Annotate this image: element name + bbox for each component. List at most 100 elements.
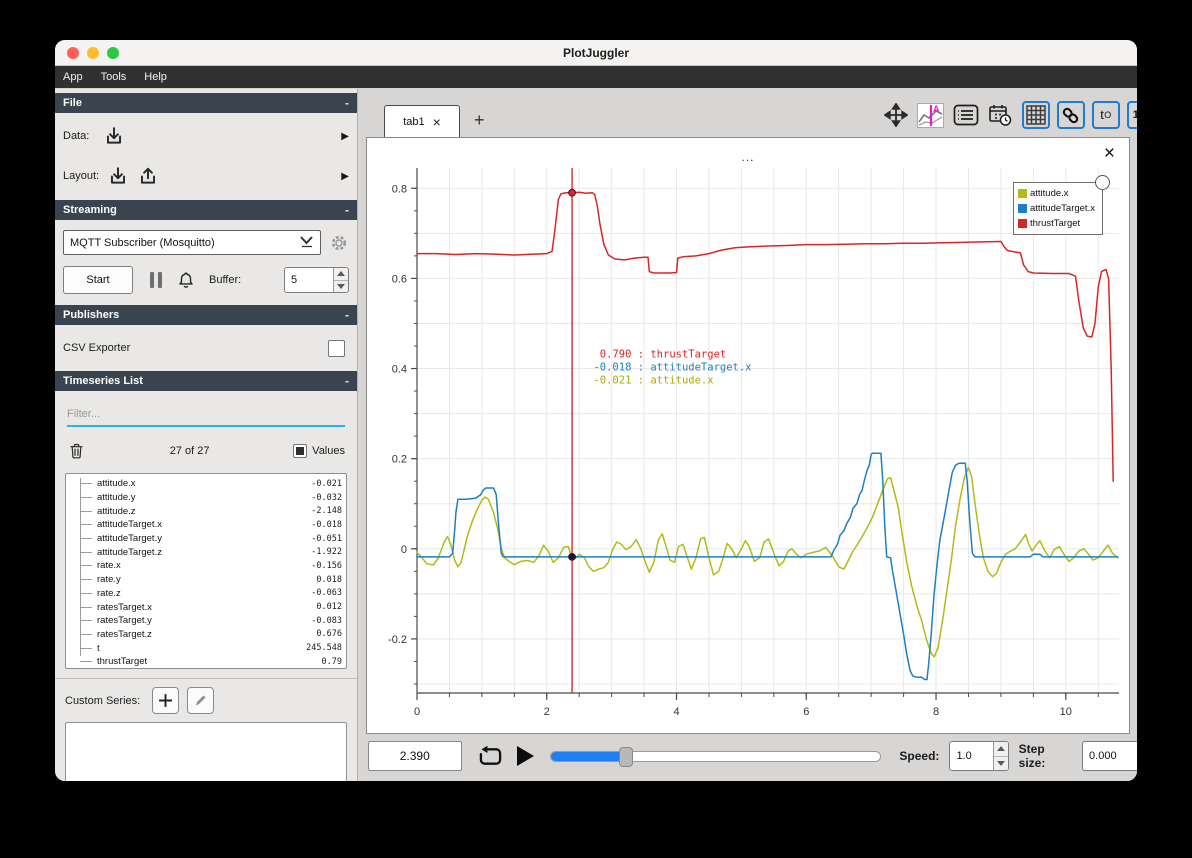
menu-app[interactable]: App [63, 71, 83, 83]
buffer-spinbox[interactable]: 5 [284, 267, 349, 293]
timeseries-item[interactable]: rate.x -0.156 [66, 559, 342, 573]
collapse-icon[interactable]: - [345, 374, 349, 388]
csv-exporter-row: CSV Exporter [55, 333, 357, 363]
timeseries-value: -1.922 [311, 547, 342, 558]
layout-expand-arrow-icon[interactable]: ▶ [341, 171, 349, 182]
add-custom-series-button[interactable] [152, 687, 180, 714]
series-line [416, 191, 1114, 482]
list-stats-row: 27 of 27 Values [55, 438, 357, 464]
plot-legend[interactable]: attitude.x attitudeTarget.x thrustTarget [1013, 175, 1110, 235]
traffic-lights [67, 40, 119, 65]
tab-bar: tab1 × + A t O 1 [358, 89, 1137, 138]
legend-item[interactable]: attitude.x [1018, 186, 1098, 201]
timeseries-item[interactable]: thrustTarget 0.79 [66, 655, 342, 668]
timeseries-name: attitudeTarget.x [97, 519, 162, 531]
time-offset-sub: O [1104, 110, 1112, 120]
ratio-1-1-icon[interactable]: 1:1 [1126, 101, 1137, 129]
link-axes-icon[interactable] [1056, 101, 1085, 129]
section-header-publishers[interactable]: Publishers - [55, 305, 357, 325]
speed-label: Speed: [899, 749, 940, 763]
notification-bell-icon[interactable] [176, 270, 196, 291]
timeseries-item[interactable]: attitudeTarget.x -0.018 [66, 518, 342, 532]
filter-input[interactable] [67, 403, 345, 427]
timeseries-item[interactable]: ratesTarget.x 0.012 [66, 600, 342, 614]
timeseries-item[interactable]: attitudeTarget.z -1.922 [66, 545, 342, 559]
legend-toggle-knob[interactable] [1095, 175, 1110, 190]
values-label: Values [312, 445, 345, 457]
close-window-button[interactable] [67, 46, 79, 59]
add-tab-button[interactable]: + [474, 110, 485, 131]
zoom-window-button[interactable] [107, 46, 119, 59]
minimize-window-button[interactable] [87, 46, 99, 59]
timeseries-item[interactable]: attitude.z -2.148 [66, 504, 342, 518]
start-button[interactable]: Start [63, 266, 133, 294]
timeseries-list[interactable]: attitude.x -0.021 attitude.y -0.032 attitude… [65, 473, 347, 669]
play-icon[interactable] [516, 746, 534, 766]
curve-transform-editor-icon[interactable]: A [917, 101, 945, 129]
save-layout-icon[interactable] [137, 165, 159, 187]
collapse-icon[interactable]: - [345, 96, 349, 110]
tree-branch-line [80, 551, 92, 553]
grid-layout-icon[interactable] [1021, 101, 1050, 129]
timeseries-item[interactable]: attitude.x -0.021 [66, 477, 342, 491]
sidebar: File - Data: ▶ Layout: ▶ Streaming - MQT… [55, 89, 358, 781]
load-layout-icon[interactable] [107, 165, 129, 187]
collapse-icon[interactable]: - [345, 203, 349, 217]
tree-branch-line [80, 620, 92, 622]
slider-fill [550, 751, 627, 761]
tab-close-icon[interactable]: × [433, 115, 441, 129]
timeline-slider[interactable] [549, 746, 882, 767]
chevron-down-icon [299, 235, 314, 251]
tab-tab1[interactable]: tab1 × [384, 105, 460, 138]
streaming-source-row: MQTT Subscriber (Mosquitto) [55, 229, 357, 256]
timeseries-name: attitude.z [97, 505, 136, 517]
current-time-field[interactable]: 2.390 [368, 741, 462, 771]
menu-help[interactable]: Help [144, 71, 167, 83]
trash-icon[interactable] [67, 441, 86, 461]
tab-label: tab1 [403, 116, 425, 128]
timeseries-item[interactable]: attitude.y -0.032 [66, 491, 342, 505]
main-pane: tab1 × + A t O 1 0 2 4 6 8 10 -0.2 0 0.2… [358, 89, 1137, 781]
step-size-spinbox[interactable]: 0.000 [1082, 741, 1137, 771]
loop-icon[interactable] [478, 745, 503, 768]
timeseries-section-title: Timeseries List [63, 375, 143, 387]
menu-tools[interactable]: Tools [101, 71, 127, 83]
section-header-file[interactable]: File - [55, 93, 357, 113]
time-offset-icon[interactable]: tO [1091, 101, 1120, 129]
speed-value: 1.0 [956, 750, 972, 762]
pan-zoom-arrows-icon[interactable] [882, 101, 910, 129]
timeseries-item[interactable]: ratesTarget.y -0.083 [66, 614, 342, 628]
streaming-section-title: Streaming [63, 204, 117, 216]
timeseries-item[interactable]: rate.y 0.018 [66, 573, 342, 587]
edit-custom-series-button[interactable] [187, 687, 215, 714]
section-header-streaming[interactable]: Streaming - [55, 200, 357, 220]
streaming-settings-gear-icon[interactable] [329, 233, 349, 253]
collapse-icon[interactable]: - [345, 308, 349, 322]
streaming-source-select[interactable]: MQTT Subscriber (Mosquitto) [63, 230, 321, 255]
pause-icon[interactable] [150, 272, 162, 288]
timeseries-item[interactable]: attitudeTarget.y -0.051 [66, 532, 342, 546]
y-tick-label: 0.2 [392, 454, 407, 466]
timeseries-item[interactable]: ratesTarget.z 0.676 [66, 628, 342, 642]
timeseries-name: rate.z [97, 587, 121, 599]
speed-spinbox[interactable]: 1.0 [949, 741, 1009, 771]
slider-handle[interactable] [619, 746, 634, 767]
data-expand-arrow-icon[interactable]: ▶ [341, 131, 349, 142]
date-time-axis-icon[interactable] [987, 101, 1015, 129]
csv-exporter-checkbox[interactable] [328, 339, 345, 357]
speed-spin-arrows[interactable] [992, 742, 1008, 770]
plot-close-icon[interactable]: × [1104, 144, 1115, 163]
buffer-spin-arrows[interactable] [333, 268, 348, 292]
load-data-icon[interactable] [103, 125, 125, 147]
timeseries-item[interactable]: t 245.548 [66, 641, 342, 655]
section-header-timeseries[interactable]: Timeseries List - [55, 371, 357, 391]
timeseries-value: -0.083 [311, 615, 342, 626]
legend-item[interactable]: attitudeTarget.x [1018, 201, 1098, 216]
timeseries-item[interactable]: rate.z -0.063 [66, 587, 342, 601]
list-view-icon[interactable] [952, 101, 980, 129]
current-time-value: 2.390 [399, 749, 430, 763]
timeseries-name: thrustTarget [97, 656, 148, 668]
plot-area[interactable]: 0 2 4 6 8 10 -0.2 0 0.2 0.4 0.6 0.8 0.790 : thrustT… [366, 137, 1130, 734]
legend-item[interactable]: thrustTarget [1018, 216, 1098, 231]
values-checkbox[interactable] [293, 444, 308, 458]
